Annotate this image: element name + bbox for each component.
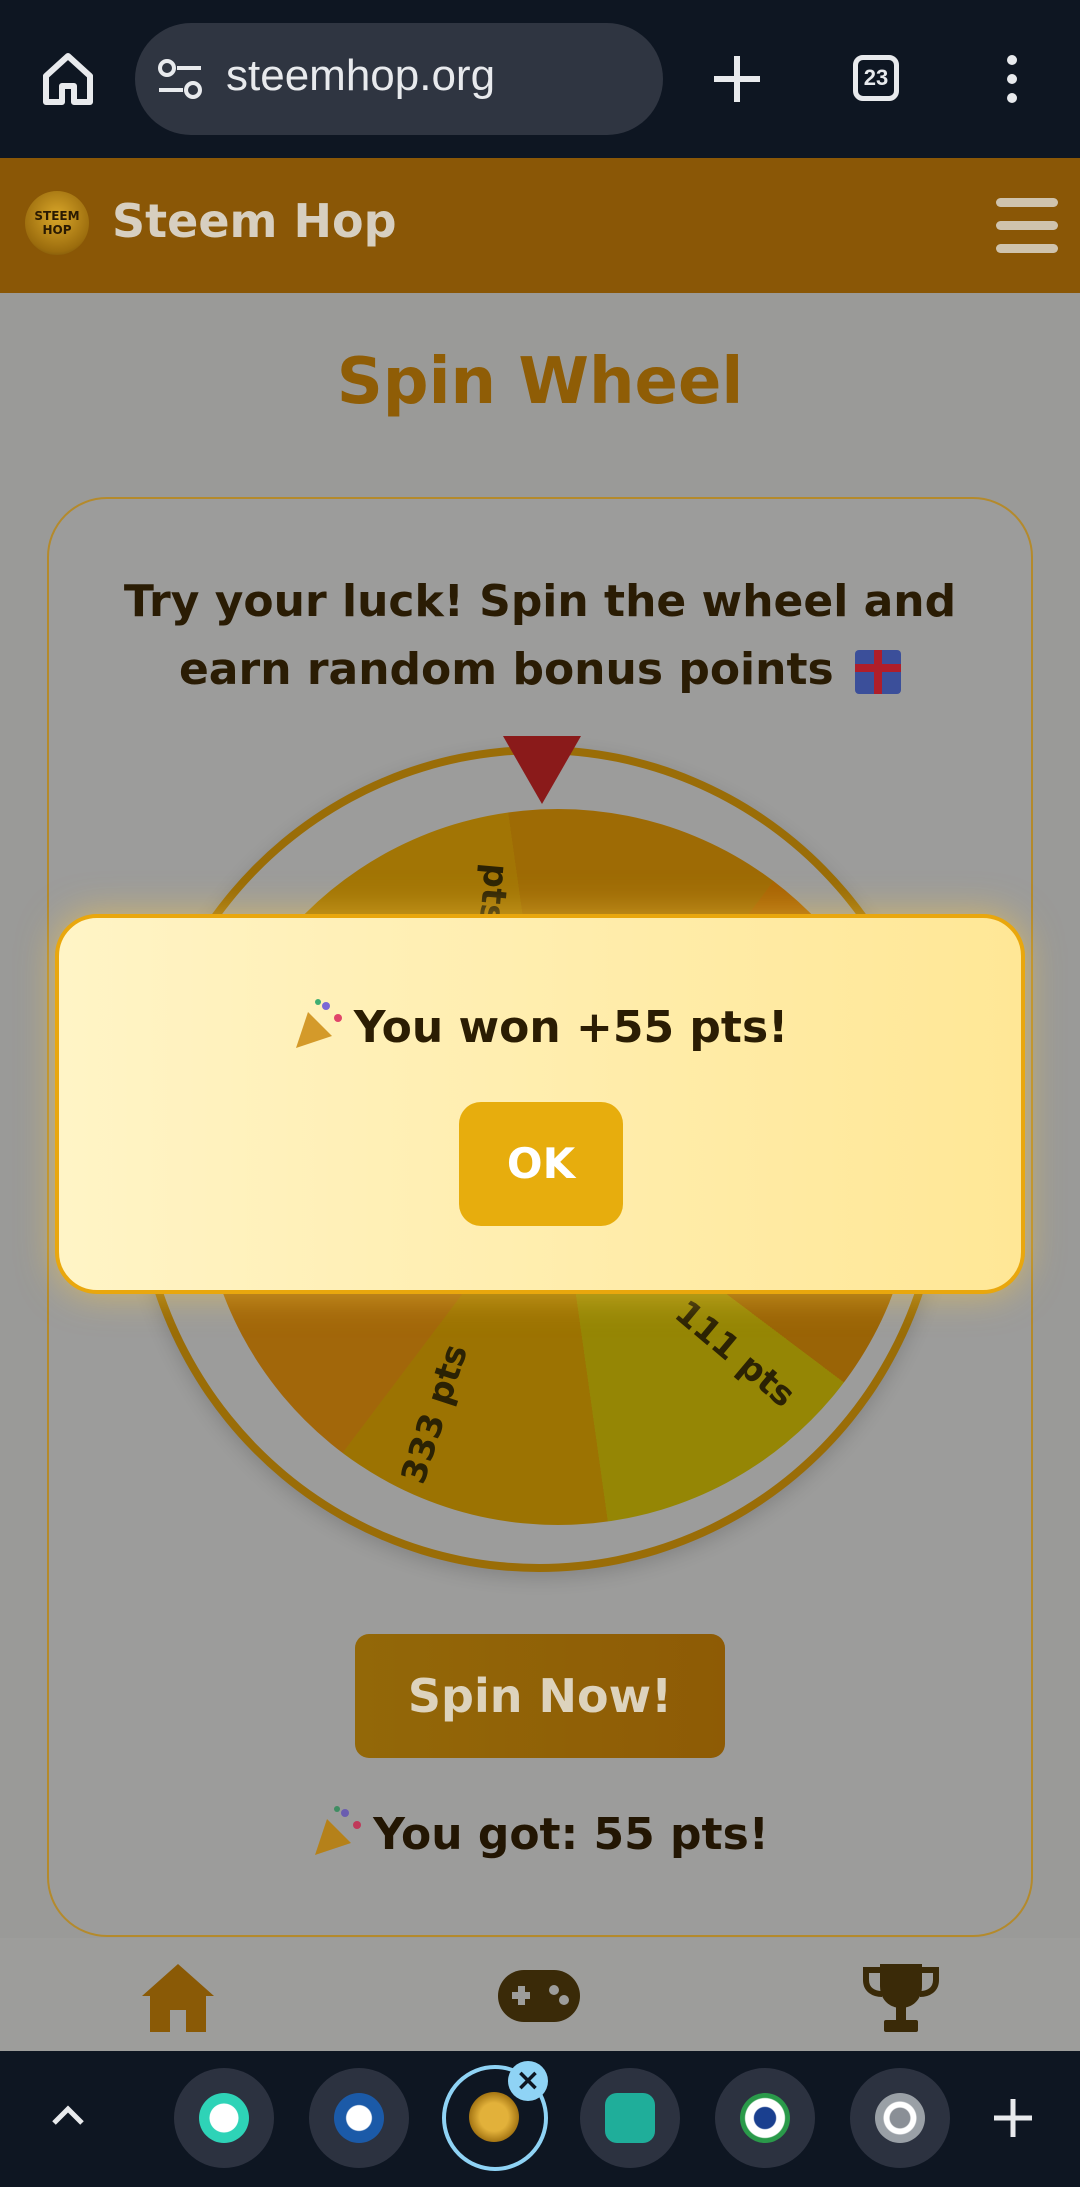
result-label: You got: 55 pts! [373, 1809, 769, 1860]
wheel-pointer-icon [503, 736, 581, 804]
gamepad-icon[interactable] [496, 1968, 582, 2024]
trophy-icon[interactable] [862, 1960, 940, 2036]
spin-now-button[interactable]: Spin Now! [355, 1634, 725, 1758]
party-popper-icon [295, 999, 342, 1048]
chevron-up-icon[interactable] [48, 2095, 88, 2135]
intro-label: Try your luck! Spin the wheel and earn r… [123, 576, 957, 695]
url-text: steemhop.org [226, 51, 496, 100]
home-icon[interactable] [38, 48, 98, 108]
browser-toolbar: steemhop.org 23 [0, 0, 1080, 158]
dock-app[interactable] [174, 2068, 274, 2168]
steemhop-app-icon [469, 2092, 519, 2142]
page-title: Spin Wheel [336, 345, 744, 419]
new-tab-icon[interactable] [710, 52, 764, 106]
win-dialog: You won +55 pts! OK [55, 914, 1025, 1294]
address-bar[interactable]: steemhop.org [135, 23, 663, 135]
dock-app[interactable] [715, 2068, 815, 2168]
result-text: You got: 55 pts! [0, 1805, 1080, 1860]
d4-app-icon [605, 2093, 655, 2143]
tab-switcher-button[interactable]: 23 [853, 55, 899, 101]
win-message: You won +55 pts! [59, 998, 1021, 1053]
site-logo[interactable]: STEEM HOP [25, 191, 89, 255]
hamburger-menu-icon[interactable] [996, 198, 1058, 254]
app-dock: × [0, 2051, 1080, 2187]
dock-app[interactable] [309, 2068, 409, 2168]
home-icon[interactable] [138, 1958, 218, 2034]
ok-button[interactable]: OK [459, 1102, 623, 1226]
chat-app-icon [199, 2093, 249, 2143]
intro-text: Try your luck! Spin the wheel and earn r… [100, 568, 980, 704]
bottom-nav [0, 1938, 1080, 2051]
site-header: STEEM HOP Steem Hop [0, 158, 1080, 293]
chrome-icon [875, 2093, 925, 2143]
win-message-label: You won +55 pts! [353, 1002, 789, 1053]
site-settings-icon[interactable] [157, 57, 203, 101]
dock-app[interactable] [580, 2068, 680, 2168]
dock-app[interactable] [850, 2068, 950, 2168]
party-popper-icon [315, 1806, 362, 1855]
site-title[interactable]: Steem Hop [112, 194, 397, 248]
close-icon[interactable]: × [508, 2061, 548, 2101]
add-icon[interactable] [990, 2095, 1036, 2141]
steem-app-icon [740, 2093, 790, 2143]
whale-app-icon [334, 2093, 384, 2143]
gift-icon [855, 650, 902, 694]
more-vert-icon[interactable] [1000, 54, 1024, 104]
